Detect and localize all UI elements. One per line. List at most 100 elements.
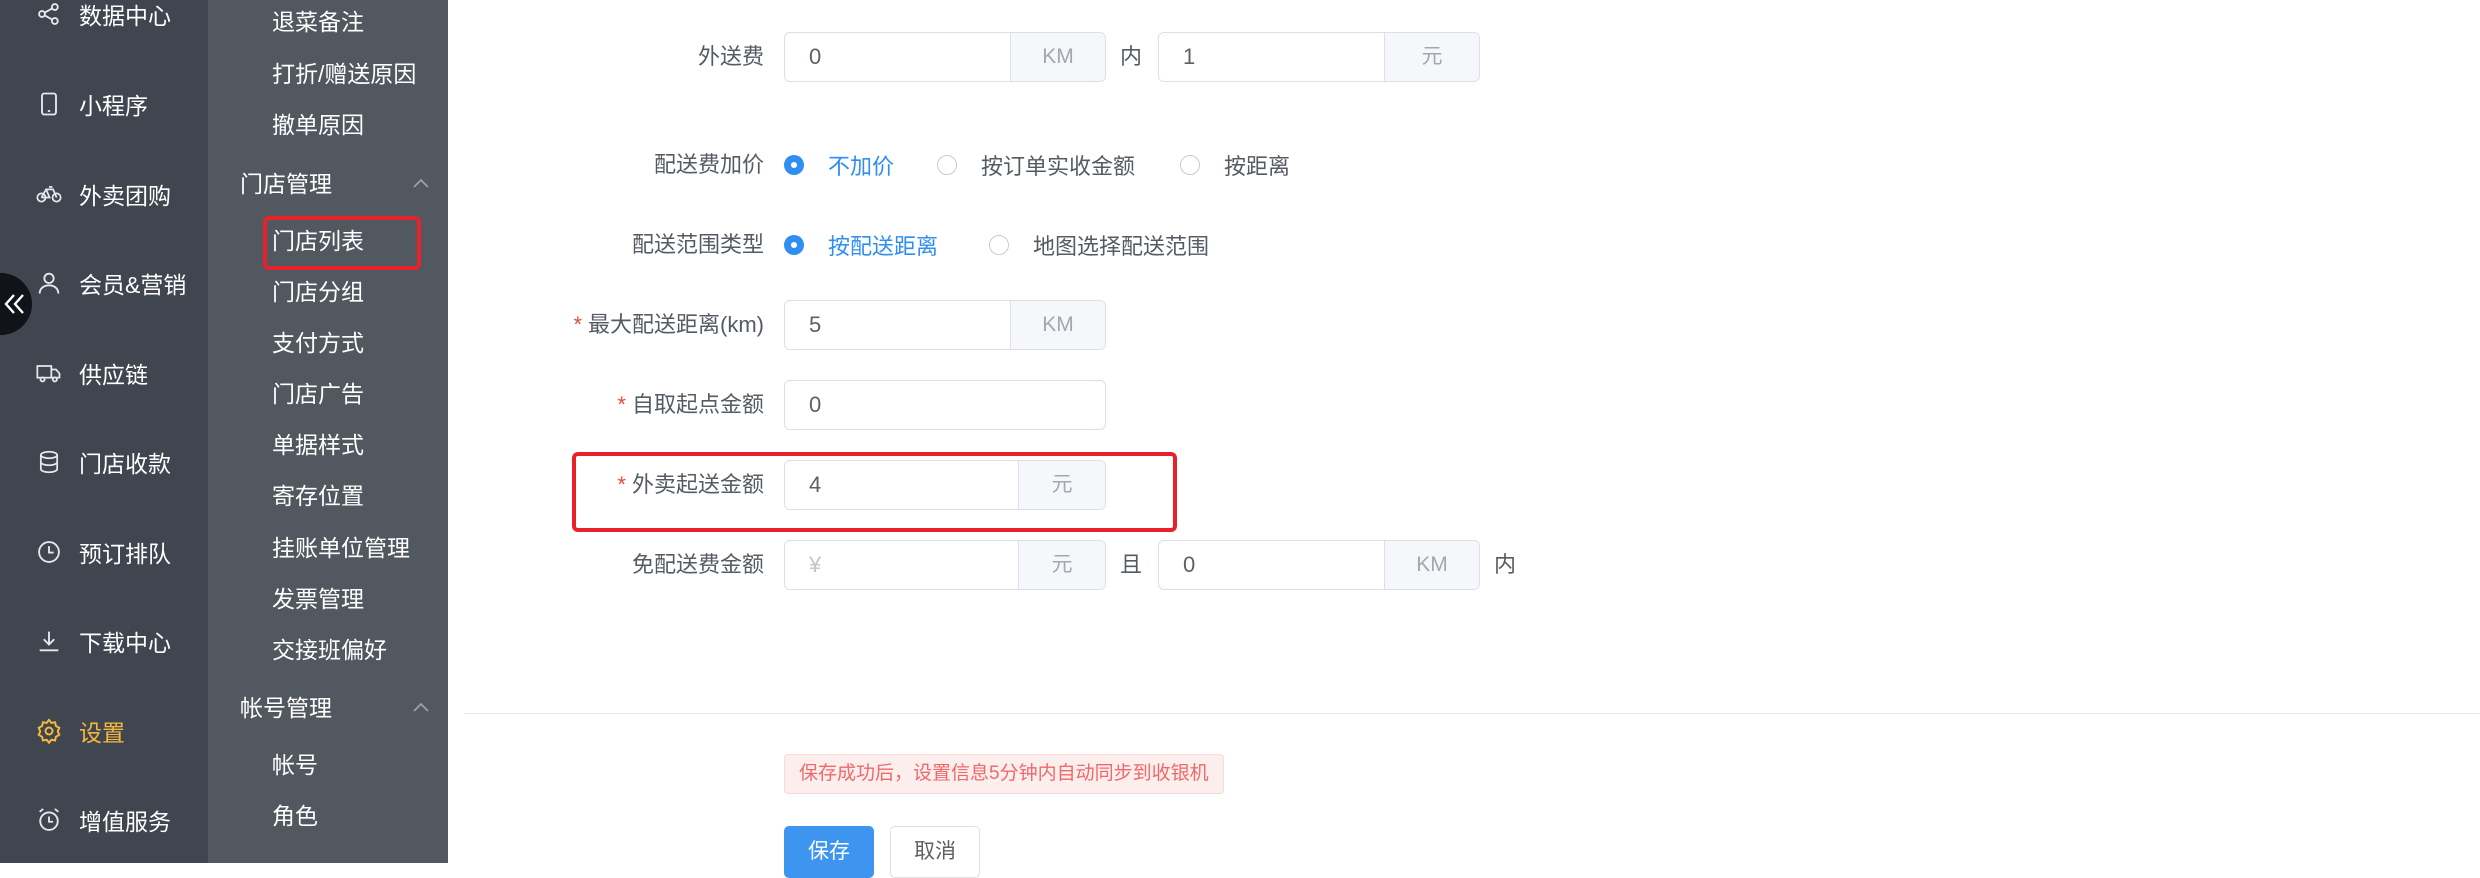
unit-suffix: KM bbox=[1010, 33, 1105, 81]
submenu-group-account-management[interactable]: 帐号管理 bbox=[240, 693, 430, 723]
submenu-item-invoice-management[interactable]: 发票管理 bbox=[272, 584, 364, 614]
settings-submenu: 退菜备注 打折/赠送原因 撤单原因 门店管理 门店列表 门店分组 支付方式 门店… bbox=[208, 0, 448, 863]
share-icon bbox=[35, 0, 63, 28]
sync-tip: 保存成功后，设置信息5分钟内自动同步到收银机 bbox=[784, 754, 1224, 794]
free-delivery-label: 免配送费金额 bbox=[631, 552, 764, 577]
radio-dot bbox=[784, 235, 804, 255]
range-type-label: 配送范围类型 bbox=[631, 232, 764, 257]
nav-label: 预订排队 bbox=[79, 541, 171, 567]
alarm-clock-icon bbox=[35, 806, 63, 834]
input-value: 0 bbox=[809, 44, 822, 69]
bicycle-icon bbox=[35, 180, 63, 208]
radio-dot bbox=[784, 155, 804, 175]
radio-label: 按订单实收金额 bbox=[981, 154, 1136, 179]
max-distance-input[interactable]: 5 KM bbox=[784, 300, 1106, 350]
fee-markup-radio-none[interactable]: 不加价 bbox=[784, 150, 894, 180]
unit-suffix: KM bbox=[1010, 301, 1105, 349]
unit-suffix: KM bbox=[1384, 541, 1479, 589]
nav-download-center[interactable]: 下载中心 bbox=[0, 611, 208, 671]
fee-markup-label: 配送费加价 bbox=[653, 152, 764, 177]
radio-label: 按距离 bbox=[1224, 154, 1291, 179]
pickup-min-label: * 自取起点金额 bbox=[617, 390, 764, 420]
delivery-min-highlight bbox=[572, 452, 1177, 532]
form-divider bbox=[464, 713, 2480, 714]
gear-icon bbox=[35, 717, 63, 745]
fee-markup-radio-by-order-amount[interactable]: 按订单实收金额 bbox=[937, 150, 1135, 180]
input-value: 0 bbox=[1183, 552, 1196, 577]
submenu-item-shift-preference[interactable]: 交接班偏好 bbox=[272, 635, 387, 665]
label-text: 最大配送距离(km) bbox=[588, 312, 764, 337]
submenu-item-store-ads[interactable]: 门店广告 bbox=[272, 379, 364, 409]
save-button[interactable]: 保存 bbox=[784, 826, 874, 878]
input-value: 0 bbox=[809, 392, 822, 417]
range-type-radio-map-select[interactable]: 地图选择配送范围 bbox=[989, 230, 1209, 260]
nav-label: 数据中心 bbox=[79, 3, 171, 29]
submenu-item-role[interactable]: 角色 bbox=[272, 801, 318, 831]
delivery-fee-distance-input[interactable]: 0 KM bbox=[784, 32, 1106, 82]
unit-suffix: 元 bbox=[1384, 33, 1479, 81]
user-icon bbox=[35, 269, 63, 297]
submenu-item-credit-unit-management[interactable]: 挂账单位管理 bbox=[272, 533, 410, 563]
nav-label: 增值服务 bbox=[79, 809, 171, 835]
delivery-settings-form: 外送费 0 KM 内 1 元 配送费加价 不加价 按订单实收金额 按距离 配送范… bbox=[448, 0, 2480, 878]
group-title: 门店管理 bbox=[240, 171, 332, 197]
nav-label: 门店收款 bbox=[79, 451, 171, 477]
submenu-item-payment-method[interactable]: 支付方式 bbox=[272, 328, 364, 358]
chevron-up-icon bbox=[413, 178, 429, 188]
nav-takeaway-groupbuy[interactable]: 外卖团购 bbox=[0, 164, 208, 224]
nav-data-center[interactable]: 数据中心 bbox=[0, 0, 208, 44]
free-delivery-distance-input[interactable]: 0 KM bbox=[1158, 540, 1480, 590]
cancel-button[interactable]: 取消 bbox=[890, 826, 980, 878]
clock-icon bbox=[35, 538, 63, 566]
mobile-icon bbox=[35, 90, 63, 118]
group-title: 帐号管理 bbox=[240, 695, 332, 721]
nav-label: 设置 bbox=[79, 720, 125, 746]
nav-store-payment[interactable]: 门店收款 bbox=[0, 432, 208, 492]
database-icon bbox=[35, 448, 63, 476]
truck-icon bbox=[35, 359, 63, 387]
range-type-radio-by-distance[interactable]: 按配送距离 bbox=[784, 230, 938, 260]
delivery-fee-amount-input[interactable]: 1 元 bbox=[1158, 32, 1480, 82]
double-chevron-left-icon bbox=[4, 294, 24, 314]
required-mark: * bbox=[573, 312, 583, 337]
submenu-item-discount-gift-reason[interactable]: 打折/赠送原因 bbox=[272, 59, 416, 89]
submenu-item-receipt-style[interactable]: 单据样式 bbox=[272, 430, 364, 460]
input-placeholder: ¥ bbox=[809, 552, 822, 577]
delivery-fee-connector: 内 bbox=[1120, 44, 1143, 69]
nav-settings[interactable]: 设置 bbox=[0, 701, 208, 761]
submenu-item-storage-location[interactable]: 寄存位置 bbox=[272, 481, 364, 511]
radio-label: 不加价 bbox=[828, 154, 895, 179]
nav-value-added-services[interactable]: 增值服务 bbox=[0, 790, 208, 850]
submenu-item-account[interactable]: 帐号 bbox=[272, 750, 318, 780]
unit-suffix: 元 bbox=[1018, 541, 1105, 589]
nav-mini-program[interactable]: 小程序 bbox=[0, 74, 208, 134]
download-icon bbox=[35, 627, 63, 655]
submenu-item-cancel-order-reason[interactable]: 撤单原因 bbox=[272, 110, 364, 140]
submenu-item-return-dish-remark[interactable]: 退菜备注 bbox=[272, 7, 364, 37]
free-delivery-suffix: 内 bbox=[1494, 552, 1517, 577]
fee-markup-radio-by-distance[interactable]: 按距离 bbox=[1180, 150, 1290, 180]
chevron-up-icon bbox=[413, 702, 429, 712]
free-delivery-amount-input[interactable]: ¥ 元 bbox=[784, 540, 1106, 590]
max-distance-label: * 最大配送距离(km) bbox=[573, 310, 764, 340]
nav-label: 外卖团购 bbox=[79, 183, 171, 209]
nav-label: 下载中心 bbox=[79, 630, 171, 656]
radio-label: 按配送距离 bbox=[828, 234, 939, 259]
submenu-item-store-group[interactable]: 门店分组 bbox=[272, 277, 364, 307]
store-list-highlight bbox=[263, 216, 421, 270]
input-value: 1 bbox=[1183, 44, 1196, 69]
pickup-min-amount-input[interactable]: 0 bbox=[784, 380, 1106, 430]
radio-label: 地图选择配送范围 bbox=[1033, 234, 1210, 259]
radio-dot bbox=[937, 155, 957, 175]
nav-supply-chain[interactable]: 供应链 bbox=[0, 343, 208, 403]
input-value: 5 bbox=[809, 312, 822, 337]
required-mark: * bbox=[617, 392, 626, 417]
radio-dot bbox=[989, 235, 1009, 255]
label-text: 自取起点金额 bbox=[631, 392, 764, 417]
nav-label: 小程序 bbox=[79, 93, 148, 119]
nav-label: 供应链 bbox=[79, 362, 148, 388]
nav-label: 会员&营销 bbox=[79, 272, 187, 298]
nav-reservation-queue[interactable]: 预订排队 bbox=[0, 522, 208, 582]
submenu-group-store-management[interactable]: 门店管理 bbox=[240, 169, 430, 199]
main-nav-rail: 数据中心 小程序 外卖团购 会员&营销 供应链 门店收款 预订排队 下载中心 设… bbox=[0, 0, 208, 863]
